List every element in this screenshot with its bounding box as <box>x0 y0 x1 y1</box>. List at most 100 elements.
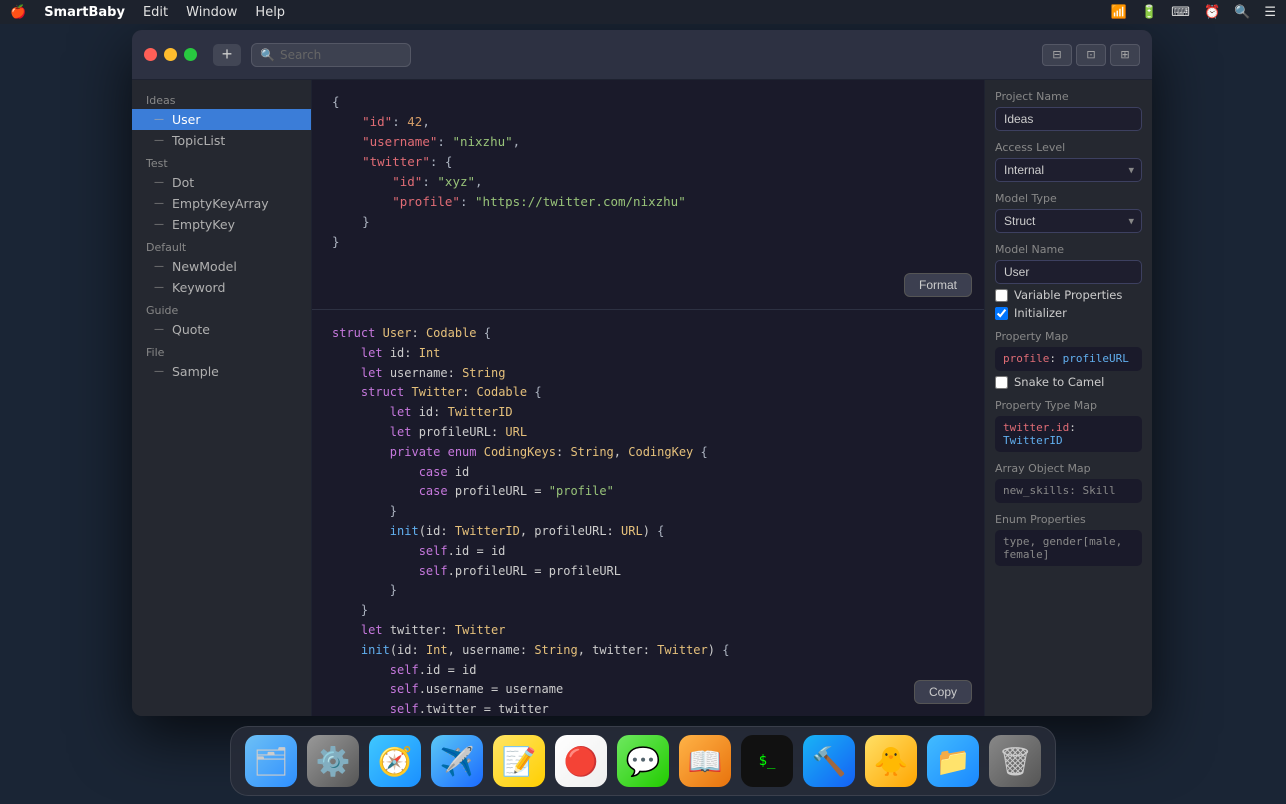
title-bar: + 🔍 Search ⊟ ⊡ ⊞ <box>132 30 1152 80</box>
search-placeholder: Search <box>280 48 321 62</box>
maximize-button[interactable] <box>184 48 197 61</box>
copy-button[interactable]: Copy <box>914 680 972 704</box>
sidebar-label-sample: Sample <box>172 364 219 379</box>
time-machine-icon: ⏰ <box>1204 5 1220 20</box>
sidebar-item-emptykey[interactable]: — EmptyKey <box>132 214 311 235</box>
snake-to-camel-checkbox[interactable] <box>995 376 1008 389</box>
dock-icon-files[interactable]: 📁 <box>927 735 979 787</box>
json-content: { "id": 42, "username": "nixzhu", "twitt… <box>332 92 964 252</box>
dock-icon-mail[interactable]: ✈️ <box>431 735 483 787</box>
format-button[interactable]: Format <box>904 273 972 297</box>
property-type-map-value: TwitterID <box>1003 434 1063 447</box>
sidebar-item-sample[interactable]: — Sample <box>132 361 311 382</box>
variable-properties-label: Variable Properties <box>1014 288 1122 302</box>
dash-icon: — <box>154 261 164 272</box>
array-object-map-value: new_skills: Skill <box>1003 484 1116 497</box>
battery-icon: 🔋 <box>1141 5 1157 20</box>
model-type-select[interactable]: Struct Class <box>995 209 1142 233</box>
sidebar-label-dot: Dot <box>172 175 194 190</box>
search-menu-icon[interactable]: 🔍 <box>1234 5 1250 20</box>
sidebar-item-newmodel[interactable]: — NewModel <box>132 256 311 277</box>
dock-icon-messages[interactable]: 💬 <box>617 735 669 787</box>
sidebar-section-file: File <box>132 340 311 361</box>
project-name-label: Project Name <box>995 90 1142 103</box>
dock-icon-duck[interactable]: 🐥 <box>865 735 917 787</box>
dock-icon-finder[interactable]: 🗂 <box>245 735 297 787</box>
wifi-icon: 📶 <box>1111 5 1127 20</box>
property-type-map-block: twitter.id: TwitterID <box>995 416 1142 452</box>
initializer-checkbox[interactable] <box>995 307 1008 320</box>
sidebar-item-topiclist[interactable]: — TopicList <box>132 130 311 151</box>
search-box[interactable]: 🔍 Search <box>251 43 411 67</box>
menu-help[interactable]: Help <box>255 5 285 20</box>
win-ctrl-1[interactable]: ⊟ <box>1042 44 1072 66</box>
dash-icon: — <box>154 177 164 188</box>
dock-icon-terminal[interactable]: $_ <box>741 735 793 787</box>
dash-icon: — <box>154 324 164 335</box>
sidebar-label-quote: Quote <box>172 322 210 337</box>
close-button[interactable] <box>144 48 157 61</box>
win-ctrl-3[interactable]: ⊞ <box>1110 44 1140 66</box>
sidebar-label-keyword: Keyword <box>172 280 225 295</box>
traffic-lights <box>144 48 197 61</box>
dock: 🗂 ⚙️ 🧭 ✈️ 📝 🔴 💬 📖 $_ 🔨 🐥 📁 🗑 <box>230 726 1056 796</box>
dock-icon-xcode[interactable]: 🔨 <box>803 735 855 787</box>
snake-to-camel-label: Snake to Camel <box>1014 375 1104 389</box>
sidebar-label-newmodel: NewModel <box>172 259 237 274</box>
property-map-value: profileURL <box>1063 352 1129 365</box>
main-content: { "id": 42, "username": "nixzhu", "twitt… <box>312 80 984 716</box>
enum-properties-block: type, gender[male, female] <box>995 530 1142 566</box>
enum-properties-value: type, gender[male, female] <box>1003 535 1122 561</box>
model-name-label: Model Name <box>995 243 1142 256</box>
sidebar-item-user[interactable]: — User <box>132 109 311 130</box>
model-type-wrapper: Struct Class <box>995 209 1142 233</box>
initializer-row: Initializer <box>995 306 1142 320</box>
model-type-label: Model Type <box>995 192 1142 205</box>
app-name: SmartBaby <box>44 5 125 20</box>
project-name-input[interactable] <box>995 107 1142 131</box>
dock-icon-settings[interactable]: ⚙️ <box>307 735 359 787</box>
control-center-icon[interactable]: ☰ <box>1264 5 1276 20</box>
dock-icon-safari[interactable]: 🧭 <box>369 735 421 787</box>
sidebar: Ideas — User — TopicList Test — Dot — Em… <box>132 80 312 716</box>
property-map-key: profile <box>1003 352 1049 365</box>
access-level-wrapper: Internal Public Private <box>995 158 1142 182</box>
win-ctrl-2[interactable]: ⊡ <box>1076 44 1106 66</box>
snake-to-camel-row: Snake to Camel <box>995 375 1142 389</box>
access-level-label: Access Level <box>995 141 1142 154</box>
menu-window[interactable]: Window <box>186 5 237 20</box>
sidebar-item-quote[interactable]: — Quote <box>132 319 311 340</box>
right-panel: Project Name Access Level Internal Publi… <box>984 80 1152 716</box>
json-panel: { "id": 42, "username": "nixzhu", "twitt… <box>312 80 984 310</box>
initializer-label: Initializer <box>1014 306 1067 320</box>
apple-icon[interactable]: 🍎 <box>10 5 26 20</box>
dash-icon: — <box>154 282 164 293</box>
sidebar-item-keyword[interactable]: — Keyword <box>132 277 311 298</box>
dock-icon-trash[interactable]: 🗑 <box>989 735 1041 787</box>
sidebar-label-topiclist: TopicList <box>172 133 225 148</box>
enum-properties-label: Enum Properties <box>995 513 1142 526</box>
model-name-input[interactable] <box>995 260 1142 284</box>
minimize-button[interactable] <box>164 48 177 61</box>
dash-icon: — <box>154 366 164 377</box>
dock-icon-books[interactable]: 📖 <box>679 735 731 787</box>
sidebar-section-guide: Guide <box>132 298 311 319</box>
app-body: Ideas — User — TopicList Test — Dot — Em… <box>132 80 1152 716</box>
dock-icon-notes[interactable]: 📝 <box>493 735 545 787</box>
sidebar-label-emptykey: EmptyKey <box>172 217 235 232</box>
array-object-map-block: new_skills: Skill <box>995 479 1142 503</box>
access-level-select[interactable]: Internal Public Private <box>995 158 1142 182</box>
property-type-map-label: Property Type Map <box>995 399 1142 412</box>
sidebar-item-emptykeyarray[interactable]: — EmptyKeyArray <box>132 193 311 214</box>
sidebar-item-dot[interactable]: — Dot <box>132 172 311 193</box>
dock-icon-reminders[interactable]: 🔴 <box>555 735 607 787</box>
add-button[interactable]: + <box>213 44 241 66</box>
sidebar-section-ideas: Ideas <box>132 88 311 109</box>
variable-properties-checkbox[interactable] <box>995 289 1008 302</box>
code-content: struct User: Codable { let id: Int let u… <box>332 324 964 716</box>
property-map-label: Property Map <box>995 330 1142 343</box>
keyboard-icon: ⌨ <box>1171 5 1190 20</box>
menu-edit[interactable]: Edit <box>143 5 168 20</box>
sidebar-section-test: Test <box>132 151 311 172</box>
property-type-map-key: twitter.id <box>1003 421 1069 434</box>
